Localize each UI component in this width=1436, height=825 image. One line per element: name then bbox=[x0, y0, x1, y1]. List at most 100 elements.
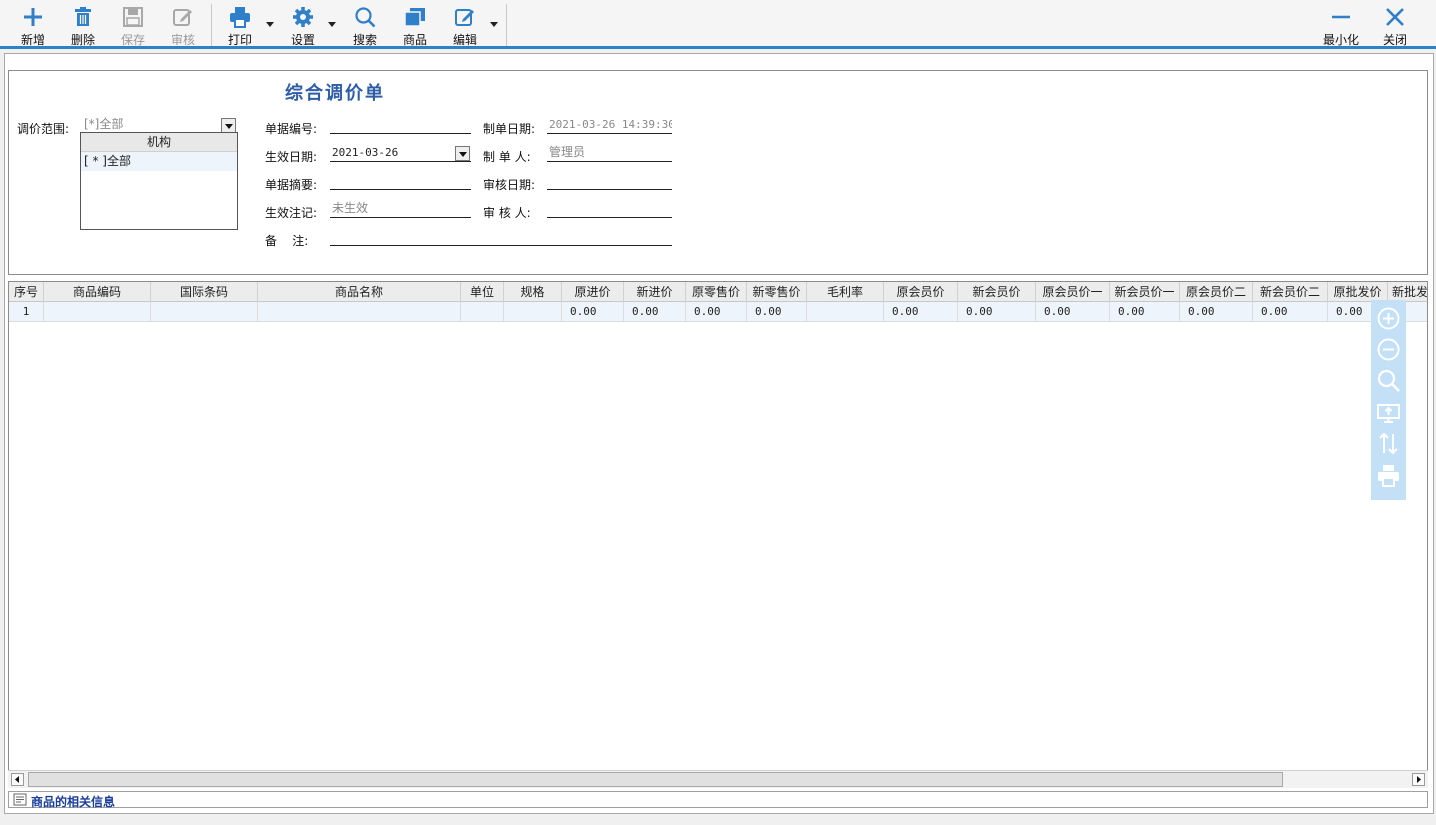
content-area: 综合调价单 调价范围: [*]全部 机构 [ * ]全部 单据编号: 生效日期:… bbox=[4, 53, 1434, 814]
table-cell[interactable]: 0.00 bbox=[1253, 302, 1328, 322]
table-cell[interactable] bbox=[461, 302, 504, 322]
print-button[interactable]: 打印 bbox=[219, 0, 261, 48]
column-header[interactable]: 单位 bbox=[461, 282, 504, 302]
scope-dropdown-icon[interactable] bbox=[221, 118, 236, 133]
printer-icon bbox=[230, 7, 250, 28]
column-header[interactable]: 原会员价一 bbox=[1036, 282, 1110, 302]
save-button[interactable]: 保存 bbox=[112, 0, 154, 48]
table-cell[interactable]: 0.00 bbox=[562, 302, 624, 322]
gear-icon bbox=[293, 7, 313, 27]
table-cell[interactable] bbox=[504, 302, 562, 322]
table-cell[interactable]: 0.00 bbox=[884, 302, 958, 322]
effect-flag-label: 生效注记: bbox=[265, 206, 318, 220]
edit-caret-icon[interactable] bbox=[490, 22, 498, 27]
add-button[interactable]: 新增 bbox=[12, 0, 54, 48]
column-header[interactable]: 新批发 bbox=[1388, 282, 1427, 302]
column-header[interactable]: 原会员价 bbox=[884, 282, 958, 302]
table-row[interactable]: 1 0.00 0.00 0.00 0.00 0.00 0.00 0.00 0.00 0.00 0.0… bbox=[9, 302, 1427, 322]
column-header[interactable]: 新会员价一 bbox=[1110, 282, 1180, 302]
summary-label: 单据摘要: bbox=[265, 178, 318, 192]
table-cell[interactable]: 0.00 bbox=[624, 302, 686, 322]
scrollbar-thumb[interactable] bbox=[28, 772, 1283, 787]
table-cell[interactable]: 0.00 bbox=[1180, 302, 1253, 322]
table-cell[interactable]: 0.00 bbox=[747, 302, 807, 322]
settings-label: 设置 bbox=[290, 33, 315, 47]
table-cell[interactable]: 0.00 bbox=[686, 302, 747, 322]
plus-icon bbox=[24, 8, 42, 26]
column-header[interactable]: 原会员价二 bbox=[1180, 282, 1253, 302]
table-cell[interactable] bbox=[151, 302, 258, 322]
page-title: 综合调价单 bbox=[285, 83, 385, 104]
table-cell[interactable] bbox=[807, 302, 884, 322]
effective-date-label: 生效日期: bbox=[265, 150, 318, 164]
auditor-label: 审 核 人: bbox=[483, 206, 531, 220]
print-label: 打印 bbox=[227, 33, 252, 47]
remark-field[interactable] bbox=[330, 228, 672, 246]
price-grid: 序号 商品编码 国际条码 商品名称 单位 规格 原进价 新进价 原零售价 新零售价 毛利率 原会员价新… bbox=[8, 281, 1428, 788]
horizontal-scrollbar[interactable] bbox=[8, 770, 1428, 788]
column-header[interactable]: 商品名称 bbox=[258, 282, 461, 302]
print-caret-icon[interactable] bbox=[266, 22, 274, 27]
column-header[interactable]: 新会员价二 bbox=[1253, 282, 1328, 302]
search-label: 搜索 bbox=[352, 33, 377, 47]
settings-button[interactable]: 设置 bbox=[282, 0, 324, 48]
zoom-in-icon[interactable] bbox=[1376, 306, 1401, 331]
table-cell[interactable]: 0.00 bbox=[1036, 302, 1110, 322]
table-cell[interactable]: 0.00 bbox=[1110, 302, 1180, 322]
goods-icon bbox=[404, 8, 425, 27]
table-cell[interactable]: 0.00 bbox=[958, 302, 1036, 322]
column-header[interactable]: 新进价 bbox=[624, 282, 686, 302]
table-cell[interactable]: 1 bbox=[9, 302, 44, 322]
effect-flag-field: 未生效 bbox=[330, 200, 471, 218]
minimize-button[interactable]: 最小化 bbox=[1318, 0, 1364, 48]
audit-label: 审核 bbox=[170, 33, 195, 47]
column-header[interactable]: 序号 bbox=[9, 282, 44, 302]
settings-caret-icon[interactable] bbox=[328, 22, 336, 27]
document-icon bbox=[13, 793, 27, 806]
table-cell[interactable] bbox=[44, 302, 151, 322]
column-header[interactable]: 新会员价 bbox=[958, 282, 1036, 302]
audit-date-label: 审核日期: bbox=[483, 178, 536, 192]
column-header[interactable]: 规格 bbox=[504, 282, 562, 302]
printer-icon[interactable] bbox=[1376, 463, 1401, 488]
table-cell[interactable] bbox=[258, 302, 461, 322]
edit-button[interactable]: 编辑 bbox=[444, 0, 486, 48]
effective-date-field[interactable]: 2021-03-26 bbox=[330, 144, 471, 162]
column-header[interactable]: 原零售价 bbox=[686, 282, 747, 302]
effective-date-dropdown-icon[interactable] bbox=[455, 146, 470, 161]
doc-no-label: 单据编号: bbox=[265, 122, 318, 136]
doc-no-field[interactable] bbox=[330, 116, 471, 134]
zoom-out-icon[interactable] bbox=[1376, 337, 1401, 362]
summary-field[interactable] bbox=[330, 172, 471, 190]
audit-button[interactable]: 审核 bbox=[162, 0, 204, 48]
column-header[interactable]: 原进价 bbox=[562, 282, 624, 302]
edit-label: 编辑 bbox=[452, 33, 477, 47]
scope-list-header: 机构 bbox=[81, 133, 237, 152]
column-header[interactable]: 毛利率 bbox=[807, 282, 884, 302]
scope-list-item[interactable]: [ * ]全部 bbox=[81, 152, 237, 171]
magnify-icon[interactable] bbox=[1376, 368, 1401, 393]
column-header[interactable]: 新零售价 bbox=[747, 282, 807, 302]
search-button[interactable]: 搜索 bbox=[344, 0, 386, 48]
column-header[interactable]: 国际条码 bbox=[151, 282, 258, 302]
fit-screen-icon[interactable] bbox=[1376, 400, 1401, 425]
toolbar-separator bbox=[506, 4, 507, 46]
audit-icon bbox=[173, 9, 192, 26]
goods-label: 商品 bbox=[402, 33, 427, 47]
column-header[interactable]: 原批发价 bbox=[1328, 282, 1388, 302]
save-label: 保存 bbox=[120, 33, 145, 47]
add-label: 新增 bbox=[20, 33, 45, 47]
goods-button[interactable]: 商品 bbox=[394, 0, 436, 48]
creator-label: 制 单 人: bbox=[483, 150, 531, 164]
scope-label: 调价范围: bbox=[17, 122, 70, 136]
create-date-label: 制单日期: bbox=[483, 122, 536, 136]
header-panel: 综合调价单 调价范围: [*]全部 机构 [ * ]全部 单据编号: 生效日期:… bbox=[8, 70, 1428, 275]
column-header[interactable]: 商品编码 bbox=[44, 282, 151, 302]
scroll-right-icon[interactable] bbox=[1412, 773, 1425, 786]
related-info-bar[interactable]: 商品的相关信息 bbox=[8, 791, 1428, 809]
close-button[interactable]: 关闭 bbox=[1374, 0, 1416, 48]
minimize-label: 最小化 bbox=[1322, 33, 1359, 47]
scroll-left-icon[interactable] bbox=[11, 773, 24, 786]
delete-button[interactable]: 删除 bbox=[62, 0, 104, 48]
sort-icon[interactable] bbox=[1376, 431, 1401, 456]
